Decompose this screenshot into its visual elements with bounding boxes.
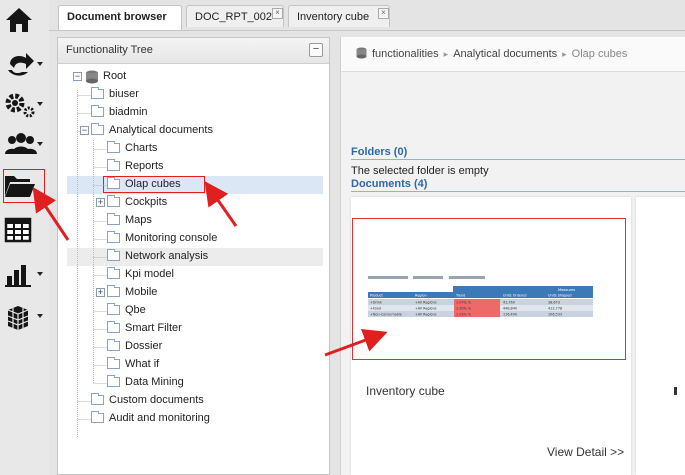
tab-inventory-cube[interactable]: Inventory cube × <box>288 5 390 27</box>
view-detail-link[interactable]: View Detail >> <box>547 445 624 459</box>
thumbnail-cell: 41,760 <box>503 300 515 304</box>
users-icon <box>5 133 37 154</box>
chevron-down-icon <box>37 314 43 318</box>
document-browser-main: functionalities ▸ Analytical documents ▸ Ola… <box>340 37 685 475</box>
tree-node-label: Dossier <box>125 340 163 352</box>
breadcrumb: functionalities ▸ Analytical documents ▸ Ola… <box>356 47 627 60</box>
chevron-down-icon <box>37 62 43 66</box>
tab-doc-rpt-002[interactable]: DOC_RPT_002 × <box>186 5 284 27</box>
collapse-icon[interactable]: − <box>309 43 323 57</box>
chevron-right-icon: ▸ <box>562 49 567 59</box>
thumbnail-table: Measures Product Region Trend Units Ordered… <box>368 276 593 317</box>
thumbnail-header-cell: Trend <box>455 294 465 298</box>
close-icon[interactable]: × <box>272 8 283 19</box>
tab-label: Document browser <box>67 11 167 23</box>
thumbnail-header-cell: Product <box>370 294 384 298</box>
chevron-down-icon <box>37 272 43 276</box>
tree-node-label: Maps <box>125 214 152 226</box>
document-card-next[interactable] <box>636 197 685 475</box>
tree-node-label: Data Mining <box>125 376 184 388</box>
thumbnail-cell: 1.10% % <box>456 306 472 310</box>
breadcrumb-item[interactable]: functionalities <box>372 48 439 60</box>
thumbnail-header-cell: Units Ordered <box>503 294 527 298</box>
tab-document-browser[interactable]: Document browser <box>58 5 182 30</box>
table-icon <box>4 217 32 243</box>
document-browser-button[interactable] <box>3 169 45 203</box>
breadcrumb-bar: functionalities ▸ Analytical documents ▸ Ola… <box>341 37 685 72</box>
bar-chart-icon <box>5 265 31 287</box>
folders-empty-message: The selected folder is empty <box>351 165 489 177</box>
breadcrumb-current: Olap cubes <box>571 48 628 60</box>
close-icon[interactable]: × <box>378 8 389 19</box>
cube-button[interactable] <box>0 296 46 334</box>
folder-icon <box>5 176 35 197</box>
thumbnail-cell: +Non-Consumable <box>370 312 402 316</box>
tree-node-label: Audit and monitoring <box>109 412 210 424</box>
tab-label: Inventory cube <box>297 11 370 23</box>
document-thumbnail[interactable]: Measures Product Region Trend Units Ordered… <box>352 218 626 360</box>
home-icon <box>6 8 32 32</box>
thumbnail-cell: +All Regions <box>415 312 437 316</box>
tab-label: DOC_RPT_002 <box>195 11 273 23</box>
share-button[interactable] <box>0 44 46 82</box>
thumbnail-header-cell: Units Shipped <box>548 294 572 298</box>
tree-node-label: Network analysis <box>125 250 209 262</box>
settings-icon <box>5 93 35 118</box>
thumbnail-header-cell: Region <box>415 294 427 298</box>
breadcrumb-item[interactable]: Analytical documents <box>453 48 557 60</box>
tree-node-label: Reports <box>125 160 164 172</box>
tree-node-label: Custom documents <box>109 394 204 406</box>
chevron-down-icon <box>37 142 43 146</box>
thumbnail-cell: 1.07% % <box>456 300 472 304</box>
chevron-right-icon: ▸ <box>443 49 449 59</box>
thumbnail-cell: +All Regions <box>415 300 437 304</box>
folders-header-label: Folders (0) <box>351 146 408 158</box>
documents-header: Documents (4) <box>351 178 685 192</box>
tree-guide-lines <box>77 90 107 438</box>
folders-header: Folders (0) <box>351 146 685 160</box>
functionality-tree-panel: Functionality Tree − − Root biuser biadm… <box>57 37 330 475</box>
tree-node-label: Smart Filter <box>125 322 182 334</box>
charts-button[interactable] <box>0 254 46 292</box>
tree-node-label: What if <box>125 358 160 370</box>
thumbnail-cell: +Drink <box>370 300 382 304</box>
thumbnail-cell: 116,490 <box>503 312 517 316</box>
tree-node-label: Qbe <box>125 304 146 316</box>
thumbnail-cell: 448,840 <box>503 306 517 310</box>
database-icon <box>356 47 367 59</box>
thumbnail-cell: +All Regions <box>415 306 437 310</box>
tree-node-label: Analytical documents <box>109 124 213 136</box>
cube-icon <box>7 306 29 330</box>
tree-node-label: Mobile <box>125 286 158 298</box>
left-toolbar <box>0 0 49 475</box>
home-button[interactable] <box>0 0 46 38</box>
thumbnail-cell: +Food <box>370 306 381 310</box>
document-card-title: Inventory cube <box>366 384 445 398</box>
chevron-down-icon <box>37 102 43 106</box>
tab-bar: Document browser DOC_RPT_002 × Inventory… <box>49 0 685 31</box>
thumbnail-measures-label: Measures <box>558 288 575 292</box>
share-icon <box>8 53 34 76</box>
highlight-box <box>103 176 205 193</box>
table-button[interactable] <box>0 210 46 248</box>
thumbnail-cell: 412,778 <box>548 306 562 310</box>
tree-node-label: Kpi model <box>125 268 174 280</box>
thumbnail-cell: 1.23% % <box>456 312 472 316</box>
next-card-title-fragment <box>674 387 677 395</box>
thumbnail-cell: 106,533 <box>548 312 562 316</box>
users-button[interactable] <box>0 124 46 162</box>
documents-header-label: Documents (4) <box>351 178 428 190</box>
thumbnail-cell: 38,673 <box>548 300 560 304</box>
tree-node-label: Monitoring console <box>125 232 218 244</box>
tree-node-label: Charts <box>125 142 158 154</box>
tree-node-label: Cockpits <box>125 196 168 208</box>
document-card[interactable]: Measures Product Region Trend Units Ordered… <box>351 197 631 475</box>
settings-button[interactable] <box>0 84 46 122</box>
